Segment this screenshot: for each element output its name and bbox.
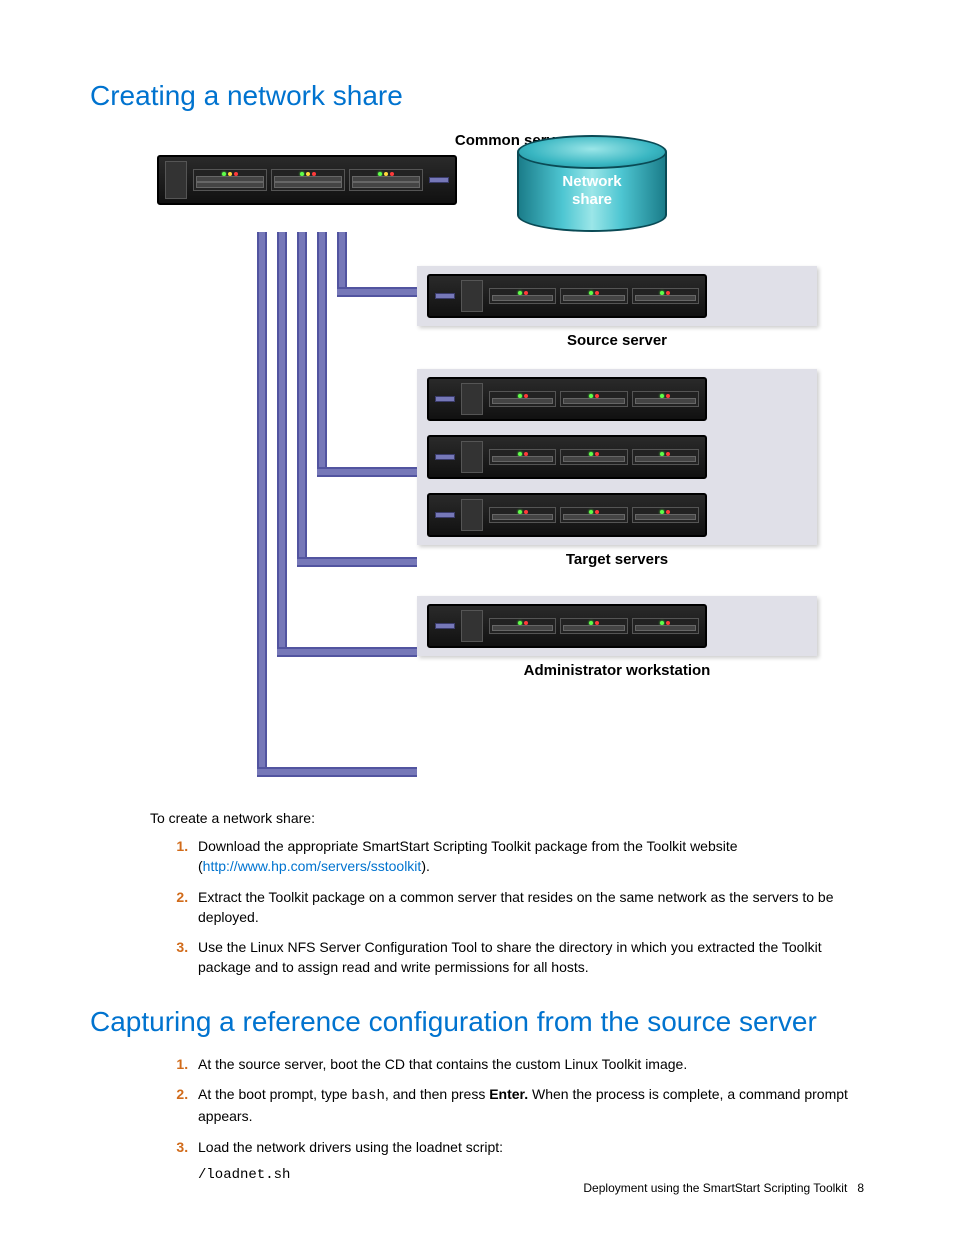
- page-footer: Deployment using the SmartStart Scriptin…: [583, 1181, 864, 1195]
- steps-capture-config: At the source server, boot the CD that c…: [172, 1054, 864, 1157]
- admin-workstation-graphic: [427, 604, 707, 648]
- target-server-graphic: [427, 493, 707, 537]
- source-server-graphic: [427, 274, 707, 318]
- step-3b: Load the network drivers using the loadn…: [192, 1137, 864, 1157]
- target-servers-slab: [417, 369, 817, 545]
- bash-code: bash: [351, 1088, 385, 1104]
- toolkit-link[interactable]: http://www.hp.com/servers/sstoolkit: [203, 858, 422, 874]
- label-target-servers: Target servers: [417, 551, 817, 568]
- step-1-post: ).: [421, 858, 430, 874]
- step-2b-mid: , and then press: [385, 1086, 489, 1102]
- network-diagram: Common server Network share: [137, 128, 817, 792]
- label-common-server: Common server: [207, 132, 817, 149]
- label-source-server: Source server: [417, 332, 817, 349]
- source-server-slab: [417, 266, 817, 326]
- step-3: Use the Linux NFS Server Configuration T…: [192, 937, 864, 978]
- section-heading-capture-config: Capturing a reference configuration from…: [90, 1006, 864, 1038]
- intro-create-share: To create a network share:: [150, 810, 864, 826]
- enter-key: Enter.: [489, 1086, 528, 1102]
- footer-text: Deployment using the SmartStart Scriptin…: [583, 1181, 847, 1195]
- steps-create-share: Download the appropriate SmartStart Scri…: [172, 836, 864, 978]
- admin-workstation-slab: [417, 596, 817, 656]
- cable-bus: [137, 232, 417, 792]
- step-2: Extract the Toolkit package on a common …: [192, 887, 864, 928]
- target-server-graphic: [427, 435, 707, 479]
- section-heading-create-share: Creating a network share: [90, 80, 864, 112]
- target-server-graphic: [427, 377, 707, 421]
- step-2b-pre: At the boot prompt, type: [198, 1086, 351, 1102]
- page-number: 8: [857, 1181, 864, 1195]
- step-1: Download the appropriate SmartStart Scri…: [192, 836, 864, 877]
- step-2b: At the boot prompt, type bash, and then …: [192, 1084, 864, 1127]
- step-1b: At the source server, boot the CD that c…: [192, 1054, 864, 1074]
- label-admin-workstation: Administrator workstation: [417, 662, 817, 679]
- network-share-cylinder: Network share: [517, 135, 667, 232]
- common-server-graphic: [157, 155, 457, 205]
